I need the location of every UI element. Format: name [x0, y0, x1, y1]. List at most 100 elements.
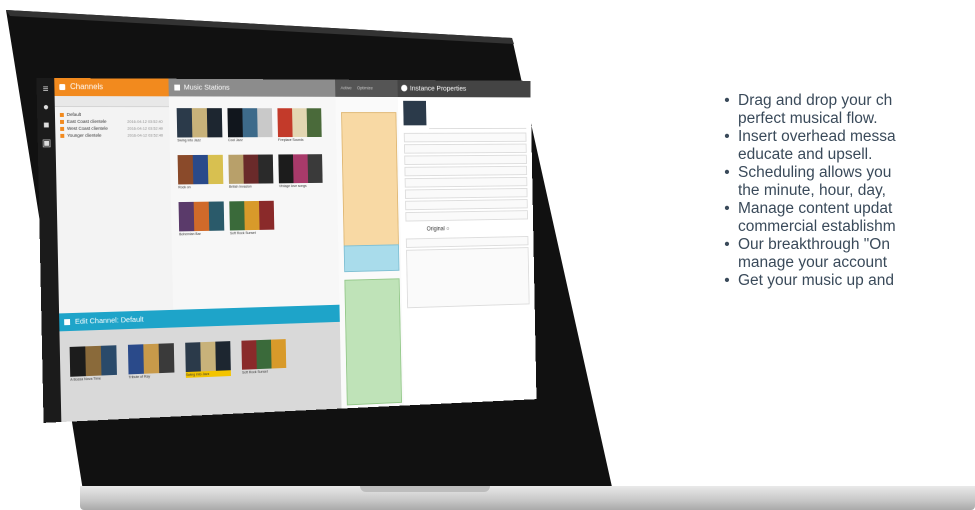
schedule-block[interactable]	[344, 278, 403, 406]
feature-text: manage your account	[738, 254, 888, 271]
album-caption: Bohemian Bar	[179, 231, 201, 237]
device-icon[interactable]: ▣	[41, 138, 53, 150]
album-caption: Tribute of Ray	[128, 374, 151, 380]
info-icon	[401, 84, 408, 92]
feature-line: the minute, hour, day,	[722, 182, 975, 200]
edit-channel-title: Edit Channel: Default	[74, 314, 144, 326]
channels-toolbar[interactable]	[54, 96, 170, 108]
feature-line: • Insert overhead messa	[722, 128, 975, 146]
album-caption: Vintage love songs	[278, 183, 307, 189]
image-icon[interactable]: ■	[40, 120, 52, 132]
feature-text: Insert overhead messa	[738, 128, 896, 145]
album-tile[interactable]: Cool Jazz	[227, 108, 273, 143]
album-tile[interactable]: Bohemian Bar	[178, 201, 225, 237]
tab-optimize[interactable]: Optimize	[357, 80, 373, 97]
channels-title: Channels	[70, 82, 104, 92]
album-tile[interactable]: Soft Rock Sunset	[241, 339, 287, 375]
feature-text: Drag and drop your ch	[738, 92, 893, 109]
instance-properties-title: Instance Properties	[409, 83, 467, 93]
feature-text: educate and upsell.	[738, 146, 873, 163]
album-tile-selected[interactable]: Swing into Jazz	[185, 341, 231, 378]
album-caption: Swing into Jazz	[177, 138, 201, 143]
channel-item[interactable]: Default	[59, 111, 166, 118]
laptop-base-notch	[360, 486, 490, 492]
feature-line: perfect musical flow.	[722, 110, 975, 128]
album-art	[241, 339, 287, 370]
prop-field[interactable]	[404, 187, 528, 199]
original-toggle[interactable]: Original ○	[427, 225, 508, 232]
album-art	[228, 154, 274, 184]
prop-field[interactable]	[405, 236, 529, 248]
channel-name: Younger clientele	[67, 132, 102, 138]
props-preview	[403, 100, 527, 130]
feature-line: educate and upsell.	[722, 146, 975, 164]
bullet-icon: •	[724, 92, 730, 109]
laptop-base	[80, 486, 975, 510]
original-label: Original	[426, 226, 445, 233]
album-art	[229, 200, 275, 231]
album-caption: Rock on	[178, 185, 191, 190]
feature-text: perfect musical flow.	[738, 110, 878, 127]
folder-icon	[59, 112, 64, 117]
user-icon[interactable]: ●	[40, 102, 52, 114]
menu-icon[interactable]: ≡	[40, 84, 52, 96]
album-caption: A Bossa Nova Time	[70, 376, 101, 382]
album-tile[interactable]: Fireplace Sounds	[277, 108, 322, 143]
music-stations-title: Music Stations	[183, 82, 230, 92]
channel-list: Default East Coast clientele 2016-04-12 0…	[55, 107, 170, 143]
album-tile[interactable]: Rock on	[177, 154, 224, 191]
album-caption: Fireplace Sounds	[277, 137, 304, 142]
channel-date: 2016-04-12 03:52:40	[127, 132, 164, 138]
album-art	[403, 100, 427, 126]
folder-icon	[60, 126, 65, 131]
prop-field[interactable]	[404, 154, 527, 165]
album-tile[interactable]: A Bossa Nova Time	[69, 345, 117, 383]
channels-header: Channels	[54, 78, 169, 97]
prop-field[interactable]	[403, 143, 527, 154]
folder-icon	[59, 84, 66, 91]
feature-line: • Scheduling allows you	[722, 164, 975, 182]
feature-line: commercial establishm	[722, 218, 975, 236]
bullet-icon: •	[724, 164, 730, 181]
album-caption: Cool Jazz	[228, 138, 243, 143]
app-window: ≡ ● ■ ▣ Channels Default East Coast clie…	[36, 77, 537, 423]
instance-properties-panel: Instance Properties Original ○	[397, 80, 537, 406]
schedule-block[interactable]	[343, 244, 400, 273]
album-caption: Swing into Jazz	[185, 372, 210, 377]
feature-line: • Our breakthrough "On	[722, 236, 975, 254]
album-art	[227, 108, 273, 138]
album-art	[278, 154, 323, 184]
album-art	[177, 154, 224, 185]
prop-field[interactable]	[403, 132, 527, 143]
props-summary	[428, 100, 527, 130]
album-art	[277, 108, 322, 138]
prop-field[interactable]	[404, 176, 528, 188]
feature-line: • Get your music up and	[722, 272, 975, 290]
album-caption: Soft Rock Sunset	[229, 230, 256, 236]
prop-field[interactable]	[405, 199, 528, 211]
channel-item[interactable]: Younger clientele 2016-04-12 03:52:40	[59, 132, 166, 139]
tab-active[interactable]: Active	[340, 80, 352, 97]
feature-line: manage your account	[722, 254, 975, 272]
feature-text: the minute, hour, day,	[738, 182, 886, 199]
album-tile[interactable]: Swing into Jazz	[176, 108, 223, 143]
album-caption: British Invasion	[228, 184, 252, 189]
album-art	[69, 345, 117, 377]
prop-field[interactable]	[405, 210, 528, 222]
channel-name: West Coast clientele	[67, 125, 108, 131]
feature-line: • Drag and drop your ch	[722, 92, 975, 110]
album-tile[interactable]: British Invasion	[228, 154, 274, 189]
album-caption: Soft Rock Sunset	[242, 369, 268, 375]
album-tile[interactable]: Vintage love songs	[278, 154, 323, 189]
bullet-icon: •	[724, 272, 730, 289]
prop-list[interactable]	[406, 247, 530, 309]
album-tile[interactable]: Soft Rock Sunset	[229, 200, 275, 237]
prop-field[interactable]	[404, 165, 528, 177]
album-art	[178, 201, 225, 232]
schedule-panel: Active Optimize	[335, 79, 405, 409]
instance-properties-header: Instance Properties	[397, 80, 531, 98]
schedule-block[interactable]	[341, 112, 399, 248]
channel-name: East Coast clientele	[66, 118, 107, 124]
music-stations-header: Music Stations	[168, 78, 336, 97]
album-tile[interactable]: Tribute of Ray	[127, 343, 175, 380]
